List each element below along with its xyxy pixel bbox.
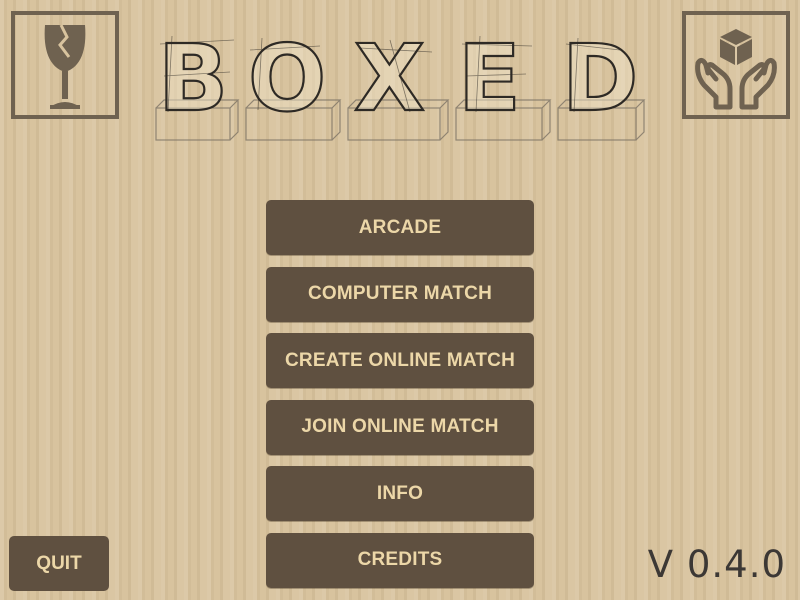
quit-button[interactable]: QUIT <box>9 536 109 591</box>
credits-button[interactable]: CREDITS <box>266 532 534 588</box>
info-button[interactable]: INFO <box>266 466 534 521</box>
logo-letter-x: X <box>354 30 425 132</box>
computer-match-button[interactable]: COMPUTER MATCH <box>266 266 534 322</box>
create-online-match-button[interactable]: CREATE ONLINE MATCH <box>266 333 534 388</box>
join-online-match-button[interactable]: JOIN ONLINE MATCH <box>266 399 534 455</box>
handle-with-care-icon-graphic <box>695 29 777 110</box>
game-logo: B O X E D <box>150 30 650 150</box>
logo-letter-b: B <box>158 30 228 132</box>
fragile-glass-icon-graphic <box>44 24 86 109</box>
game-logo-graphic: B O X E D <box>155 30 646 141</box>
fragile-glass-icon <box>11 11 119 119</box>
main-menu: ARCADE COMPUTER MATCH CREATE ONLINE MATC… <box>266 200 534 599</box>
arcade-button[interactable]: ARCADE <box>266 200 534 255</box>
logo-letter-d: D <box>562 30 638 132</box>
version-label: V 0.4.0 <box>647 543 786 586</box>
handle-with-care-icon <box>682 11 790 119</box>
